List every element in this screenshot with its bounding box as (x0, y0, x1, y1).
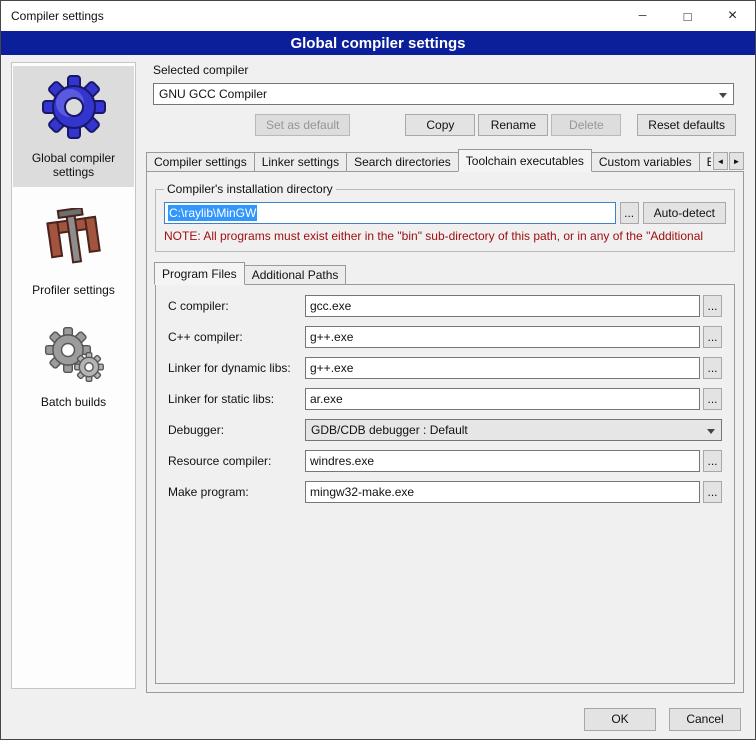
tab-search-directories[interactable]: Search directories (347, 152, 459, 172)
debugger-value: GDB/CDB debugger : Default (311, 423, 468, 437)
tab-additional-paths[interactable]: Additional Paths (245, 265, 347, 285)
close-button[interactable]: × (710, 1, 755, 31)
sidebar-item-profiler-settings[interactable]: Profiler settings (13, 200, 134, 305)
close-icon: × (728, 7, 737, 25)
chevron-down-icon (719, 93, 727, 98)
selected-compiler-value: GNU GCC Compiler (159, 87, 267, 101)
make-program-input[interactable] (305, 481, 700, 503)
cpp-compiler-browse-button[interactable]: ... (703, 326, 722, 348)
static-linker-browse-button[interactable]: ... (703, 388, 722, 410)
form-row: Linker for static libs: ... (168, 388, 722, 410)
c-compiler-input[interactable] (305, 295, 700, 317)
cpp-compiler-label: C++ compiler: (168, 330, 302, 344)
sidebar-item-label: Profiler settings (32, 283, 115, 297)
reset-defaults-button[interactable]: Reset defaults (637, 114, 736, 136)
delete-button[interactable]: Delete (551, 114, 621, 136)
debugger-dropdown[interactable]: GDB/CDB debugger : Default (305, 419, 722, 441)
program-files-panel: C compiler: ... C++ compiler: ... Linker… (155, 284, 735, 684)
chevron-down-icon (707, 429, 715, 434)
c-compiler-label: C compiler: (168, 299, 302, 313)
sidebar-item-label: Global compiler settings (15, 151, 132, 179)
directory-browse-button[interactable]: ... (620, 202, 639, 224)
bin-subdirectory-note: NOTE: All programs must exist either in … (164, 229, 726, 243)
dialog-content: Global compiler settings Profiler se (1, 55, 755, 699)
sidebar-item-batch-builds[interactable]: Batch builds (13, 318, 134, 417)
form-row: C compiler: ... (168, 295, 722, 317)
window-title: Compiler settings (1, 1, 620, 31)
maximize-button[interactable]: □ (665, 1, 710, 31)
static-linker-label: Linker for static libs: (168, 392, 302, 406)
main-panel: Selected compiler GNU GCC Compiler Set a… (146, 62, 744, 693)
set-as-default-button[interactable]: Set as default (255, 114, 350, 136)
rename-button[interactable]: Rename (478, 114, 548, 136)
tab-compiler-settings[interactable]: Compiler settings (146, 152, 255, 172)
make-program-label: Make program: (168, 485, 302, 499)
sidebar: Global compiler settings Profiler se (11, 62, 136, 689)
maximize-icon: □ (684, 9, 692, 24)
c-compiler-browse-button[interactable]: ... (703, 295, 722, 317)
static-linker-input[interactable] (305, 388, 700, 410)
tab-toolchain-executables[interactable]: Toolchain executables (458, 149, 592, 172)
compiler-settings-dialog: Compiler settings ─ □ × Global compiler … (0, 0, 756, 740)
ok-button[interactable]: OK (584, 708, 656, 731)
minimize-icon: ─ (639, 10, 647, 22)
compiler-buttons-row: Set as default Copy Rename Delete Reset … (153, 114, 736, 136)
resource-compiler-input[interactable] (305, 450, 700, 472)
dynamic-linker-label: Linker for dynamic libs: (168, 361, 302, 375)
tab-scroll-buttons: ◄ ► (711, 152, 744, 170)
form-row: Debugger: GDB/CDB debugger : Default (168, 419, 722, 441)
form-row: C++ compiler: ... (168, 326, 722, 348)
installation-directory-input[interactable]: C:\raylib\MinGW (164, 202, 616, 224)
titlebar[interactable]: Compiler settings ─ □ × (1, 1, 755, 31)
dialog-footer: OK Cancel (1, 699, 755, 739)
selected-compiler-dropdown[interactable]: GNU GCC Compiler (153, 83, 734, 105)
sidebar-item-global-compiler-settings[interactable]: Global compiler settings (13, 66, 134, 187)
settings-tab-bar: Compiler settings Linker settings Search… (146, 149, 744, 172)
dynamic-linker-input[interactable] (305, 357, 700, 379)
tab-build-options[interactable]: Buil (700, 152, 711, 172)
toolchain-executables-panel: Compiler's installation directory C:\ray… (146, 171, 744, 693)
sidebar-item-label: Batch builds (41, 395, 106, 409)
form-row: Make program: ... (168, 481, 722, 503)
installation-directory-selected-text: C:\raylib\MinGW (168, 205, 257, 221)
auto-detect-button[interactable]: Auto-detect (643, 202, 726, 224)
selected-compiler-label: Selected compiler (153, 63, 744, 77)
profiler-tool-icon (44, 208, 104, 275)
tab-scroll-right-icon[interactable]: ► (729, 152, 744, 170)
installation-directory-row: C:\raylib\MinGW ... Auto-detect (164, 202, 726, 224)
resource-compiler-label: Resource compiler: (168, 454, 302, 468)
dynamic-linker-browse-button[interactable]: ... (703, 357, 722, 379)
debugger-label: Debugger: (168, 423, 302, 437)
resource-compiler-browse-button[interactable]: ... (703, 450, 722, 472)
installation-directory-group: Compiler's installation directory C:\ray… (155, 182, 735, 252)
tab-custom-variables[interactable]: Custom variables (592, 152, 700, 172)
copy-button[interactable]: Copy (405, 114, 475, 136)
tab-linker-settings[interactable]: Linker settings (255, 152, 347, 172)
cpp-compiler-input[interactable] (305, 326, 700, 348)
cancel-button[interactable]: Cancel (669, 708, 741, 731)
form-row: Linker for dynamic libs: ... (168, 357, 722, 379)
make-program-browse-button[interactable]: ... (703, 481, 722, 503)
minimize-button[interactable]: ─ (620, 1, 665, 31)
tab-scroll-left-icon[interactable]: ◄ (713, 152, 728, 170)
batch-builds-gears-icon (43, 326, 105, 387)
tab-program-files[interactable]: Program Files (154, 262, 245, 285)
dialog-header: Global compiler settings (1, 31, 755, 55)
program-files-tab-bar: Program Files Additional Paths (155, 262, 735, 285)
form-row: Resource compiler: ... (168, 450, 722, 472)
installation-directory-legend: Compiler's installation directory (164, 182, 336, 196)
tab-strip: Compiler settings Linker settings Search… (146, 149, 711, 172)
global-compiler-gear-icon (41, 74, 107, 143)
